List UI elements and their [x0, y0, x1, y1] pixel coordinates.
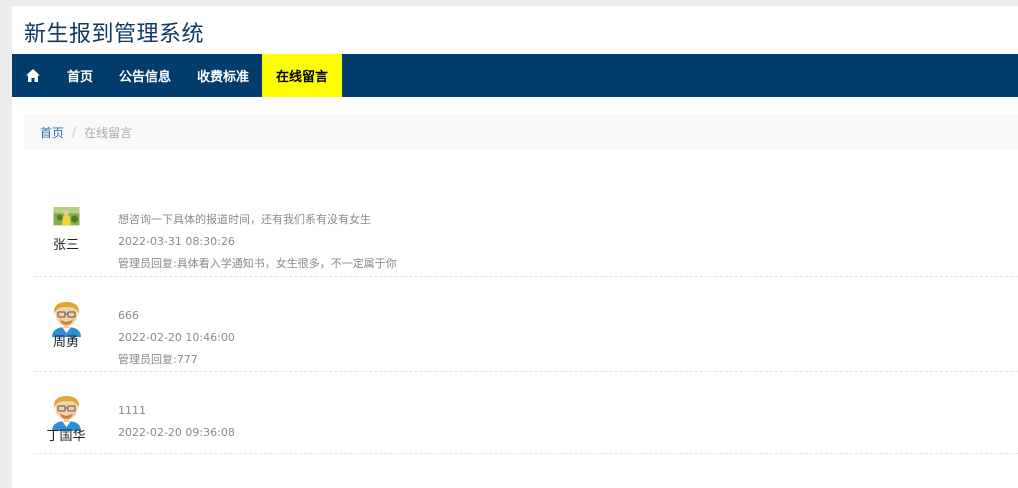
nav-item-fees[interactable]: 收费标准 — [184, 54, 262, 97]
breadcrumb: 首页 / 在线留言 — [24, 114, 1018, 150]
message-item: 周勇 666 2022-02-20 10:46:00 管理员回复:777 — [34, 277, 1018, 372]
message-item: 张三 想咨询一下具体的报道时间，还有我们系有没有女生 2022-03-31 08… — [34, 201, 1018, 277]
main-navbar: 首页 公告信息 收费标准 在线留言 — [12, 54, 1018, 97]
nav-item-announcements[interactable]: 公告信息 — [106, 54, 184, 97]
message-user-name: 丁国华 — [46, 429, 86, 444]
message-time: 2022-03-31 08:30:26 — [118, 235, 235, 248]
nav-home-icon-button[interactable] — [12, 54, 54, 97]
home-icon — [26, 69, 40, 82]
message-item: 丁国华 1111 2022-02-20 09:36:08 — [34, 372, 1018, 454]
breadcrumb-current: 在线留言 — [84, 125, 133, 140]
message-body: 想咨询一下具体的报道时间，还有我们系有没有女生 2022-03-31 08:30… — [118, 209, 397, 275]
message-user-name: 张三 — [52, 238, 79, 253]
message-time: 2022-02-20 10:46:00 — [118, 331, 235, 344]
message-user: 周勇 — [34, 300, 98, 350]
message-content: 想咨询一下具体的报道时间，还有我们系有没有女生 — [118, 213, 371, 226]
message-user: 张三 — [34, 207, 98, 253]
photo-avatar — [53, 207, 79, 226]
message-content: 666 — [118, 309, 139, 322]
message-list: 张三 想咨询一下具体的报道时间，还有我们系有没有女生 2022-03-31 08… — [34, 201, 1018, 454]
site-title: 新生报到管理系统 — [24, 22, 205, 47]
page: 新生报到管理系统 首页 公告信息 收费标准 在线留言 首页 / 在线留言 张三 … — [12, 6, 1018, 488]
message-body: 1111 2022-02-20 09:36:08 — [118, 400, 235, 444]
message-body: 666 2022-02-20 10:46:00 管理员回复:777 — [118, 305, 235, 371]
message-reply: 管理员回复:具体看入学通知书，女生很多，不一定属于你 — [118, 257, 397, 270]
message-time: 2022-02-20 09:36:08 — [118, 426, 235, 439]
message-user: 丁国华 — [34, 394, 98, 444]
breadcrumb-separator: / — [72, 125, 77, 139]
nav-item-online-message[interactable]: 在线留言 — [262, 54, 343, 97]
message-content: 1111 — [118, 404, 146, 417]
breadcrumb-home-link[interactable]: 首页 — [40, 124, 64, 141]
message-reply: 管理员回复:777 — [118, 353, 198, 366]
nav-item-home[interactable]: 首页 — [54, 54, 106, 97]
message-user-name: 周勇 — [52, 335, 79, 350]
